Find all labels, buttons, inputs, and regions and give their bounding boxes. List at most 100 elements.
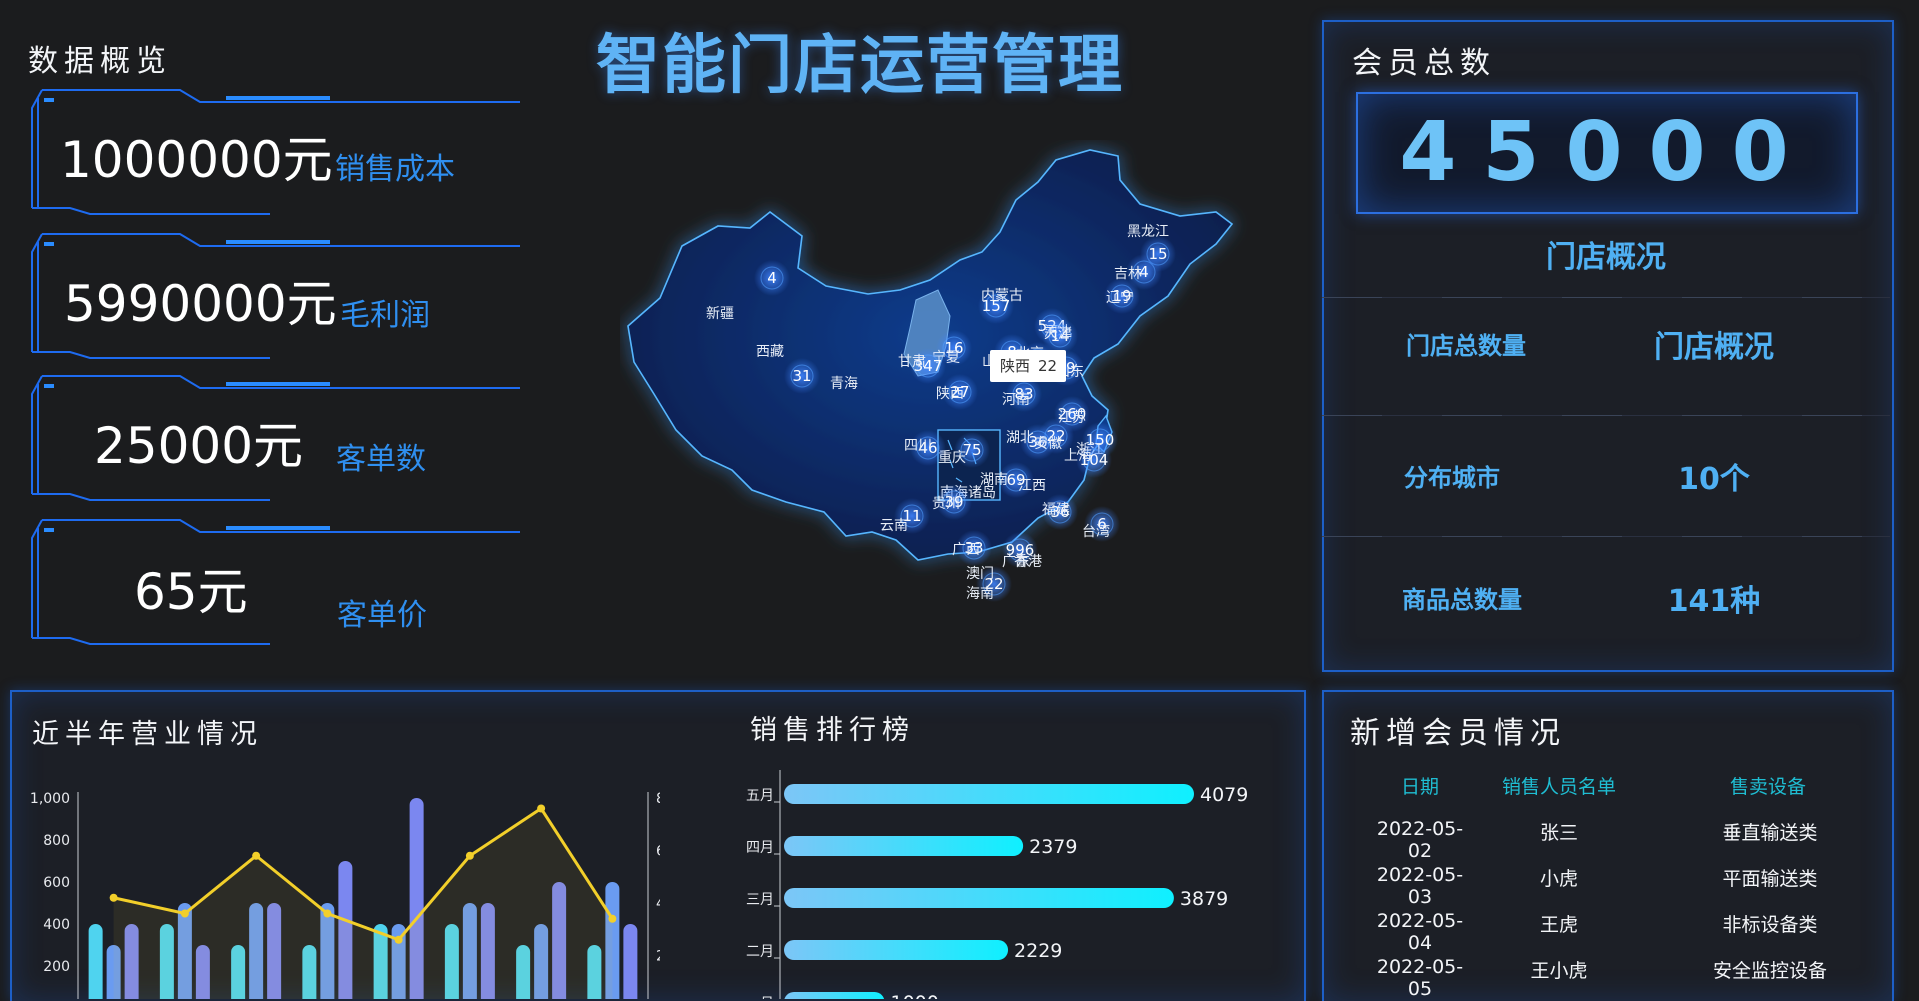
province-label: 海南 bbox=[966, 586, 994, 602]
trend-point bbox=[608, 914, 617, 923]
kpi-card: 25000元 客单数 bbox=[30, 374, 520, 502]
province-label: 湖南 bbox=[980, 472, 1008, 488]
kpi-card: 5990000元 毛利润 bbox=[30, 232, 520, 360]
province-label: 澳门 bbox=[966, 566, 994, 582]
province-label: 台湾 bbox=[1082, 523, 1110, 540]
kpi-label: 客单数 bbox=[336, 442, 426, 477]
city-count-label: 分布城市 bbox=[1404, 464, 1500, 492]
province-label: 贵州 bbox=[932, 496, 960, 512]
tooltip-value: 22 bbox=[1038, 357, 1057, 375]
member-title: 会员总数 bbox=[1352, 46, 1496, 81]
rank-category: 三月 bbox=[746, 892, 774, 908]
trend-point bbox=[537, 804, 546, 813]
y-left-tick: 400 bbox=[43, 917, 70, 933]
province-label: 甘肃 bbox=[898, 354, 926, 370]
rank-bar bbox=[784, 836, 1024, 856]
member-table-cell: 王虎 bbox=[1539, 914, 1578, 936]
map-marker-value: 4 bbox=[767, 269, 777, 287]
col-date: 日期 bbox=[1400, 776, 1439, 798]
ranking-title: 销售排行榜 bbox=[750, 715, 915, 746]
business-bar bbox=[88, 924, 103, 999]
kpi-card: 65元客单价 bbox=[30, 518, 520, 646]
province-label: 黑龙江 bbox=[1127, 224, 1169, 240]
business-title: 近半年营业情况 bbox=[32, 719, 263, 750]
kpi-value: 65元 bbox=[134, 563, 248, 621]
province-label: 河南 bbox=[1002, 392, 1030, 408]
rank-category: 二月 bbox=[746, 944, 774, 960]
rank-category: 五月 bbox=[746, 788, 774, 804]
province-label: 安徽 bbox=[1034, 436, 1062, 452]
rank-bar bbox=[784, 888, 1174, 908]
kpi-card: 1000000元 销售成本 bbox=[30, 88, 520, 216]
province-label: 四川 bbox=[904, 438, 932, 454]
rank-value: 3879 bbox=[1180, 888, 1228, 910]
province-label: 内蒙古 bbox=[981, 288, 1023, 304]
kpi-value: 1000000元 bbox=[60, 131, 333, 189]
china-map[interactable]: 南海诸岛 4新疆31西藏青海15黑龙江4吉林19辽宁157内蒙古16宁夏347甘… bbox=[620, 140, 1260, 630]
line-area bbox=[113, 808, 613, 999]
trend-point bbox=[109, 893, 118, 902]
province-label: 江西 bbox=[1018, 478, 1046, 494]
province-label: 香港 bbox=[1014, 554, 1042, 570]
rank-bar bbox=[784, 784, 1194, 804]
business-chart: 200 400 600 800 1,000 2 4 6 8 bbox=[30, 791, 660, 999]
member-table-cell: 安全监控设备 bbox=[1712, 960, 1827, 982]
province-label: 福建 bbox=[1042, 502, 1070, 518]
trend-point bbox=[323, 909, 332, 918]
rank-value: 1000 bbox=[891, 992, 939, 999]
member-table-cell: 2022-05-02 bbox=[1376, 818, 1464, 862]
tooltip-name: 陕西 bbox=[1000, 357, 1030, 375]
y-left-tick: 200 bbox=[43, 959, 70, 975]
new-member-title: 新增会员情况 bbox=[1350, 716, 1566, 751]
store-count-value: 门店概况 bbox=[1654, 330, 1774, 365]
member-table-cell: 2022-05-04 bbox=[1376, 910, 1464, 954]
store-divider bbox=[1322, 536, 1890, 537]
map-tooltip: 陕西 22 bbox=[990, 350, 1066, 382]
province-label: 辽宁 bbox=[1106, 289, 1134, 306]
dashboard-title: 智能门店运营管理 bbox=[596, 29, 1124, 103]
col-salesperson: 销售人员名单 bbox=[1501, 776, 1616, 798]
trend-point bbox=[252, 851, 261, 860]
member-table-cell: 2022-05-05 bbox=[1376, 956, 1464, 1000]
kpi-label: 毛利润 bbox=[340, 298, 430, 333]
province-label: 陕西 bbox=[936, 386, 964, 402]
province-label: 云南 bbox=[880, 518, 908, 534]
y-right-tick: 4 bbox=[656, 896, 660, 912]
store-divider bbox=[1322, 297, 1890, 298]
y-left-tick: 1,000 bbox=[30, 791, 70, 807]
rank-value: 2229 bbox=[1014, 940, 1062, 962]
kpi-value: 25000元 bbox=[94, 417, 304, 475]
trend-point bbox=[394, 935, 403, 944]
province-label: 天津 bbox=[1044, 326, 1072, 342]
kpi-label: 销售成本 bbox=[335, 152, 455, 187]
city-count-value: 10个 bbox=[1678, 462, 1750, 497]
store-count-label: 门店总数量 bbox=[1406, 332, 1526, 360]
goods-count-value: 141种 bbox=[1667, 584, 1761, 619]
rank-category: 四月 bbox=[746, 840, 774, 856]
overview-title: 数据概览 bbox=[28, 44, 172, 79]
col-device: 售卖设备 bbox=[1729, 776, 1806, 798]
ranking-chart: 五月4079四月2379三月3879二月2229一月1000 bbox=[746, 770, 1248, 999]
province-label: 湖北 bbox=[1006, 430, 1034, 446]
y-right-tick: 8 bbox=[656, 791, 660, 807]
kpi-label: 客单价 bbox=[337, 598, 427, 633]
member-table-cell: 小虎 bbox=[1539, 868, 1578, 890]
y-left-tick: 600 bbox=[43, 875, 70, 891]
store-overview-subtitle: 门店概况 bbox=[1546, 240, 1666, 275]
province-label: 新疆 bbox=[706, 306, 734, 322]
province-label: 青海 bbox=[830, 376, 858, 392]
member-total: 45000 bbox=[1356, 92, 1858, 214]
province-label: 上海 bbox=[1064, 448, 1092, 464]
rank-value: 2379 bbox=[1029, 836, 1077, 858]
y-right-tick: 2 bbox=[656, 949, 660, 965]
province-label: 广西 bbox=[952, 542, 980, 558]
rank-value: 4079 bbox=[1200, 784, 1248, 806]
member-table-cell: 非标设备类 bbox=[1722, 914, 1818, 936]
rank-bar bbox=[784, 992, 885, 999]
rank-bar bbox=[784, 940, 1009, 960]
goods-count-label: 商品总数量 bbox=[1402, 586, 1522, 614]
trend-point bbox=[465, 851, 474, 860]
kpi-value: 5990000元 bbox=[64, 275, 337, 333]
y-left-tick: 800 bbox=[43, 833, 70, 849]
member-table-cell: 垂直输送类 bbox=[1722, 822, 1818, 844]
